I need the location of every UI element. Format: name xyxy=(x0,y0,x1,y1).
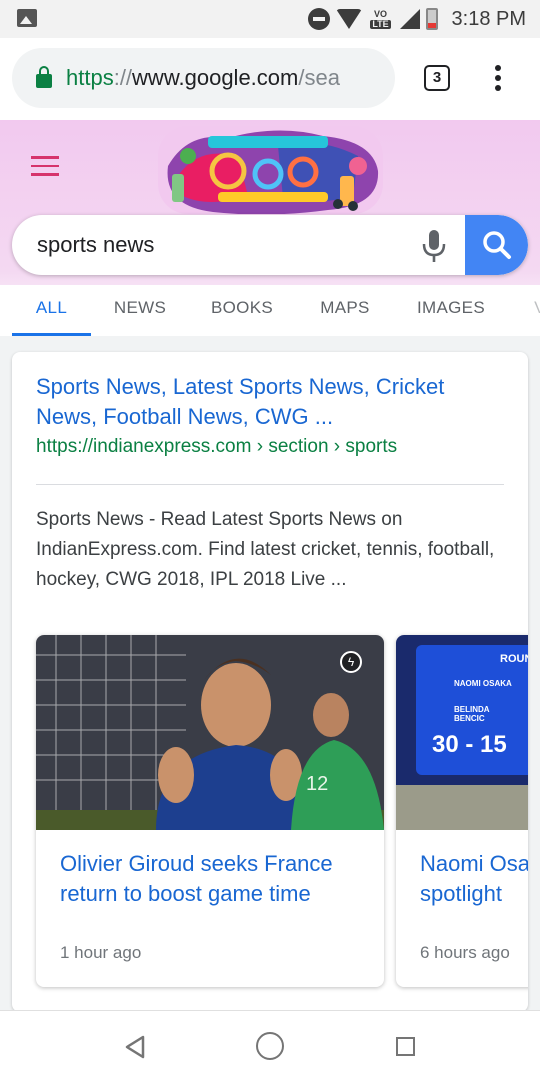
tab-books[interactable]: BOOKS xyxy=(203,285,281,336)
wifi-icon xyxy=(335,9,362,29)
navigation-bar xyxy=(0,1010,540,1080)
news-card-title[interactable]: Naomi Osaka primed for big spotlight xyxy=(420,849,528,909)
volte-icon: VO LTE xyxy=(368,8,394,29)
status-time: 3:18 PM xyxy=(451,7,526,30)
lock-icon[interactable] xyxy=(36,66,52,88)
search-icon xyxy=(483,231,511,259)
result-snippet: Sports News - Read Latest Sports News on… xyxy=(36,509,495,590)
url-scheme: https xyxy=(66,65,114,90)
url-host: www.google.com xyxy=(132,65,299,90)
recents-icon[interactable] xyxy=(396,1037,415,1056)
url-path: /sea xyxy=(298,65,340,90)
status-bar: VO LTE 3:18 PM xyxy=(0,0,540,38)
tab-all[interactable]: ALL xyxy=(12,285,91,336)
tab-news[interactable]: NEWS xyxy=(104,285,176,336)
result-title-link[interactable]: Sports News, Latest Sports News, Cricket… xyxy=(36,372,496,432)
google-doodle[interactable] xyxy=(158,126,383,214)
signal-icon xyxy=(399,9,420,29)
svg-text:12: 12 xyxy=(306,773,328,795)
tab-maps[interactable]: MAPS xyxy=(310,285,380,336)
tab-switcher-button[interactable]: 3 xyxy=(424,65,450,91)
battery-icon xyxy=(425,8,438,30)
status-icons: VO LTE 3:18 PM xyxy=(307,6,526,32)
tab-images[interactable]: IMAGES xyxy=(408,285,494,336)
gallery-icon xyxy=(17,9,37,27)
home-icon[interactable] xyxy=(256,1032,284,1060)
scoreboard-player-2: BELINDA BENCIC xyxy=(454,705,490,723)
scoreboard-player-1: NAOMI OSAKA xyxy=(454,679,512,688)
news-card[interactable]: ROUN NAOMI OSAKA BELINDA BENCIC 30 - 15 … xyxy=(396,635,528,987)
scoreboard-score: 30 - 15 xyxy=(432,731,507,758)
news-card-time: 1 hour ago xyxy=(60,943,142,962)
search-box[interactable] xyxy=(12,215,528,275)
url-bar[interactable]: https://www.google.com/sea xyxy=(12,48,395,108)
result-divider xyxy=(36,484,504,485)
volte-label: VO xyxy=(374,8,388,19)
lte-label: LTE xyxy=(370,18,391,29)
search-input[interactable] xyxy=(37,215,397,275)
url-text[interactable]: https://www.google.com/sea xyxy=(66,65,340,91)
result-url[interactable]: https://indianexpress.com › section › sp… xyxy=(36,436,397,458)
more-options-icon[interactable] xyxy=(491,65,505,93)
search-result-card: Sports News, Latest Sports News, Cricket… xyxy=(12,352,528,1012)
menu-icon[interactable] xyxy=(31,156,59,176)
browser-toolbar: https://www.google.com/sea 3 xyxy=(0,38,540,120)
do-not-disturb-icon xyxy=(307,8,330,30)
scoreboard-round-label: ROUN xyxy=(500,653,528,665)
news-image-football: 12 xyxy=(36,635,384,830)
news-card[interactable]: 12 ϟ Olivier Giroud seeks France return … xyxy=(36,635,384,987)
google-header: ALL NEWS BOOKS MAPS IMAGES V xyxy=(0,120,540,336)
search-button[interactable] xyxy=(465,215,528,275)
microphone-icon[interactable] xyxy=(419,229,449,263)
back-icon[interactable] xyxy=(124,1035,146,1059)
search-tabs: ALL NEWS BOOKS MAPS IMAGES V xyxy=(0,285,540,336)
news-card-title[interactable]: Olivier Giroud seeks France return to bo… xyxy=(60,849,370,909)
amp-lightning-icon: ϟ xyxy=(340,651,362,673)
news-card-time: 6 hours ago xyxy=(420,943,510,962)
tab-videos-partial[interactable]: V xyxy=(530,285,540,336)
url-separator: :// xyxy=(113,65,133,90)
